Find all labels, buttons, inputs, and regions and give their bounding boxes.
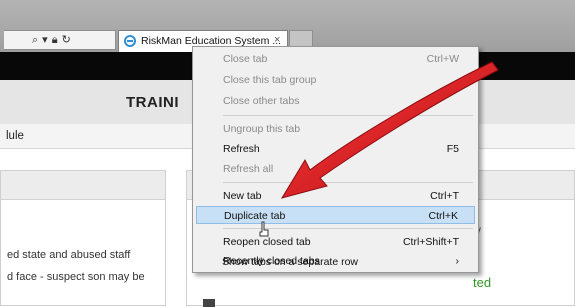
menu-item-shortcut: Ctrl+K [428,210,458,222]
menu-item-shortcut: Ctrl+T [430,190,459,202]
menu-item-close-other-tabs[interactable]: Close other tabs [196,92,475,110]
tab-close-icon[interactable]: × [274,34,280,46]
menu-item-label: Ungroup this tab [223,123,301,135]
menu-item-shortcut: Ctrl+W [426,53,459,65]
ie-icon [124,35,136,47]
menu-item-new-tab[interactable]: New tab Ctrl+T [196,187,475,205]
menu-item-shortcut: Ctrl+Shift+T [402,236,459,248]
left-panel: ed state and abused staff d face - suspe… [0,170,166,306]
menu-item-label: Show tabs on a separate row [222,256,358,268]
nav-module-link[interactable]: lule [6,130,24,142]
menu-item-duplicate-tab[interactable]: Duplicate tab Ctrl+K [196,206,475,224]
menu-item-label: Duplicate tab [224,210,286,222]
tab-context-menu: Close tab Ctrl+W Close this tab group Cl… [192,46,479,273]
menu-item-shortcut: F5 [446,143,459,155]
menu-item-close-tab[interactable]: Close tab Ctrl+W [196,50,475,68]
refresh-icon[interactable]: ↻ [62,33,73,46]
menu-item-label: New tab [223,190,262,202]
dropdown-icon[interactable]: ▾ [42,33,50,46]
address-bar-icons: ⌕ ▾ 🔒︎ ↻ [32,33,75,47]
address-bar[interactable]: ⌕ ▾ 🔒︎ ↻ [4,30,116,50]
lock-icon[interactable]: 🔒︎ [52,34,60,47]
incident-text-line: d face - suspect son may be [7,271,145,283]
menu-item-label: Refresh [223,143,260,155]
menu-item-refresh[interactable]: Refresh F5 [196,140,475,158]
mouse-pointer-icon [259,221,269,237]
menu-separator [223,115,473,116]
menu-item-refresh-all[interactable]: Refresh all [196,160,475,178]
menu-item-label: Close this tab group [223,74,317,86]
page-title: TRAINI [126,94,179,111]
menu-item-close-tab-group[interactable]: Close this tab group [196,71,475,89]
menu-item-reopen-closed-tab[interactable]: Reopen closed tab Ctrl+Shift+T [196,233,475,251]
menu-item-label: Close other tabs [223,95,300,107]
menu-item-label: Refresh all [223,163,274,175]
incident-text-line: ed state and abused staff [7,249,131,261]
status-text: ted [473,275,492,290]
left-panel-header [1,171,165,200]
menu-item-label: Close tab [223,53,268,65]
menu-item-ungroup-tab[interactable]: Ungroup this tab [196,120,475,138]
menu-separator [223,182,473,183]
search-icon[interactable]: ⌕ [32,34,40,47]
menu-item-show-tabs-separate-row[interactable]: Show tabs on a separate row [195,252,474,270]
